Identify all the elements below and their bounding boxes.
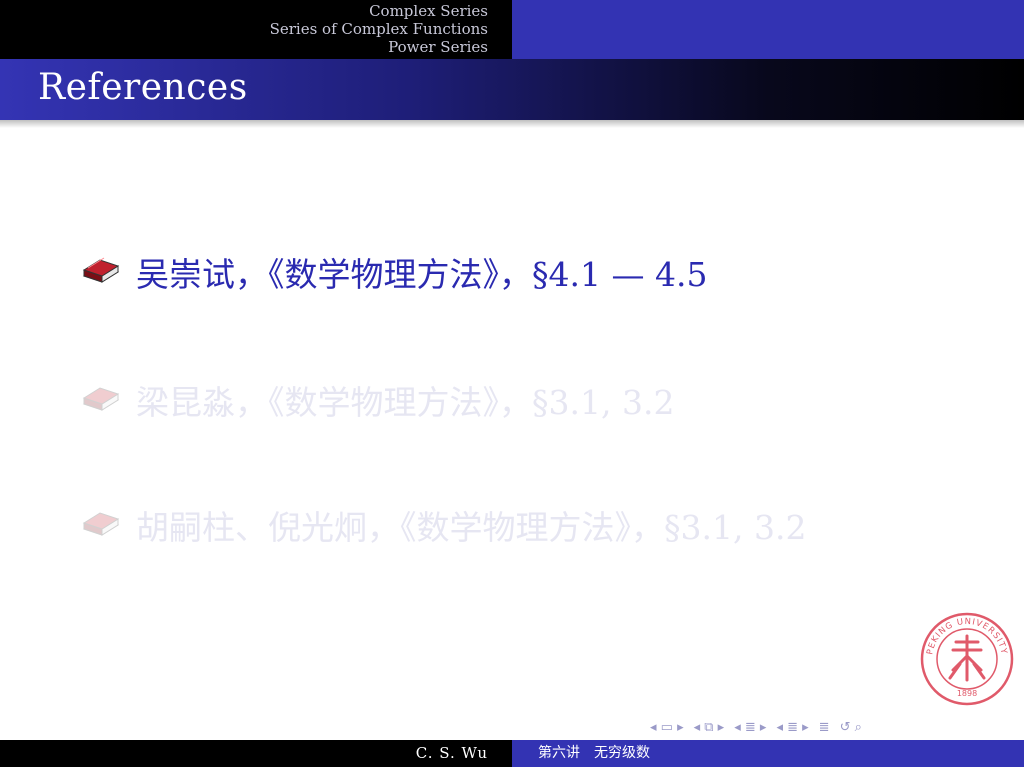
reference-item-3: 胡嗣柱、倪光炯，《数学物理方法》，§3.1, 3.2 (80, 503, 920, 553)
reference-text: 梁昆淼，《数学物理方法》，§3.1, 3.2 (136, 383, 675, 422)
university-seal-logo: PEKING UNIVERSITY 1898 (920, 612, 1014, 706)
beamer-navigation: ◂ ▭ ▸ ◂ ⧉ ▸ ◂ ≣ ▸ ◂ ≣ ▸ ≣ ↺ ⌕ (650, 717, 862, 737)
frame-title: References (38, 67, 248, 108)
footer-lecture-title: 第六讲 无穷级数 (512, 740, 1024, 767)
frame-nav-icon[interactable]: ◂ ▭ ▸ (650, 720, 684, 735)
title-shadow (0, 120, 1024, 128)
book-icon (82, 257, 120, 283)
subsection-nav-icon[interactable]: ◂ ⧉ ▸ (694, 720, 725, 735)
footer-author: C. S. Wu (0, 740, 512, 767)
reference-item-2: 梁昆淼，《数学物理方法》，§3.1, 3.2 (80, 378, 920, 428)
search-nav-icon[interactable]: ↺ ⌕ (840, 720, 862, 735)
reference-text: 吴崇试，《数学物理方法》，§4.1 — 4.5 (136, 255, 708, 294)
appendix-nav-icon[interactable]: ≣ (819, 720, 830, 735)
svg-text:1898: 1898 (957, 689, 977, 698)
section-link-power-series[interactable]: Power Series (270, 38, 488, 56)
section-link-complex-series[interactable]: Complex Series (270, 2, 488, 20)
footer-bar: C. S. Wu 第六讲 无穷级数 (0, 740, 1024, 767)
presentation-nav-icon[interactable]: ◂ ≣ ▸ (776, 720, 808, 735)
reference-item-1: 吴崇试，《数学物理方法》，§4.1 — 4.5 (80, 250, 920, 300)
reference-text: 胡嗣柱、倪光炯，《数学物理方法》，§3.1, 3.2 (136, 508, 807, 547)
section-navigation: Complex Series Series of Complex Functio… (0, 0, 512, 59)
section-nav-icon[interactable]: ◂ ≣ ▸ (734, 720, 766, 735)
section-link-series-of-complex-functions[interactable]: Series of Complex Functions (270, 20, 488, 38)
book-icon (82, 512, 120, 536)
section-list: Complex Series Series of Complex Functio… (270, 2, 488, 56)
frame-title-bar: References (0, 59, 1024, 120)
header-bar: Complex Series Series of Complex Functio… (0, 0, 1024, 59)
header-right-panel (512, 0, 1024, 59)
book-icon (82, 387, 120, 411)
